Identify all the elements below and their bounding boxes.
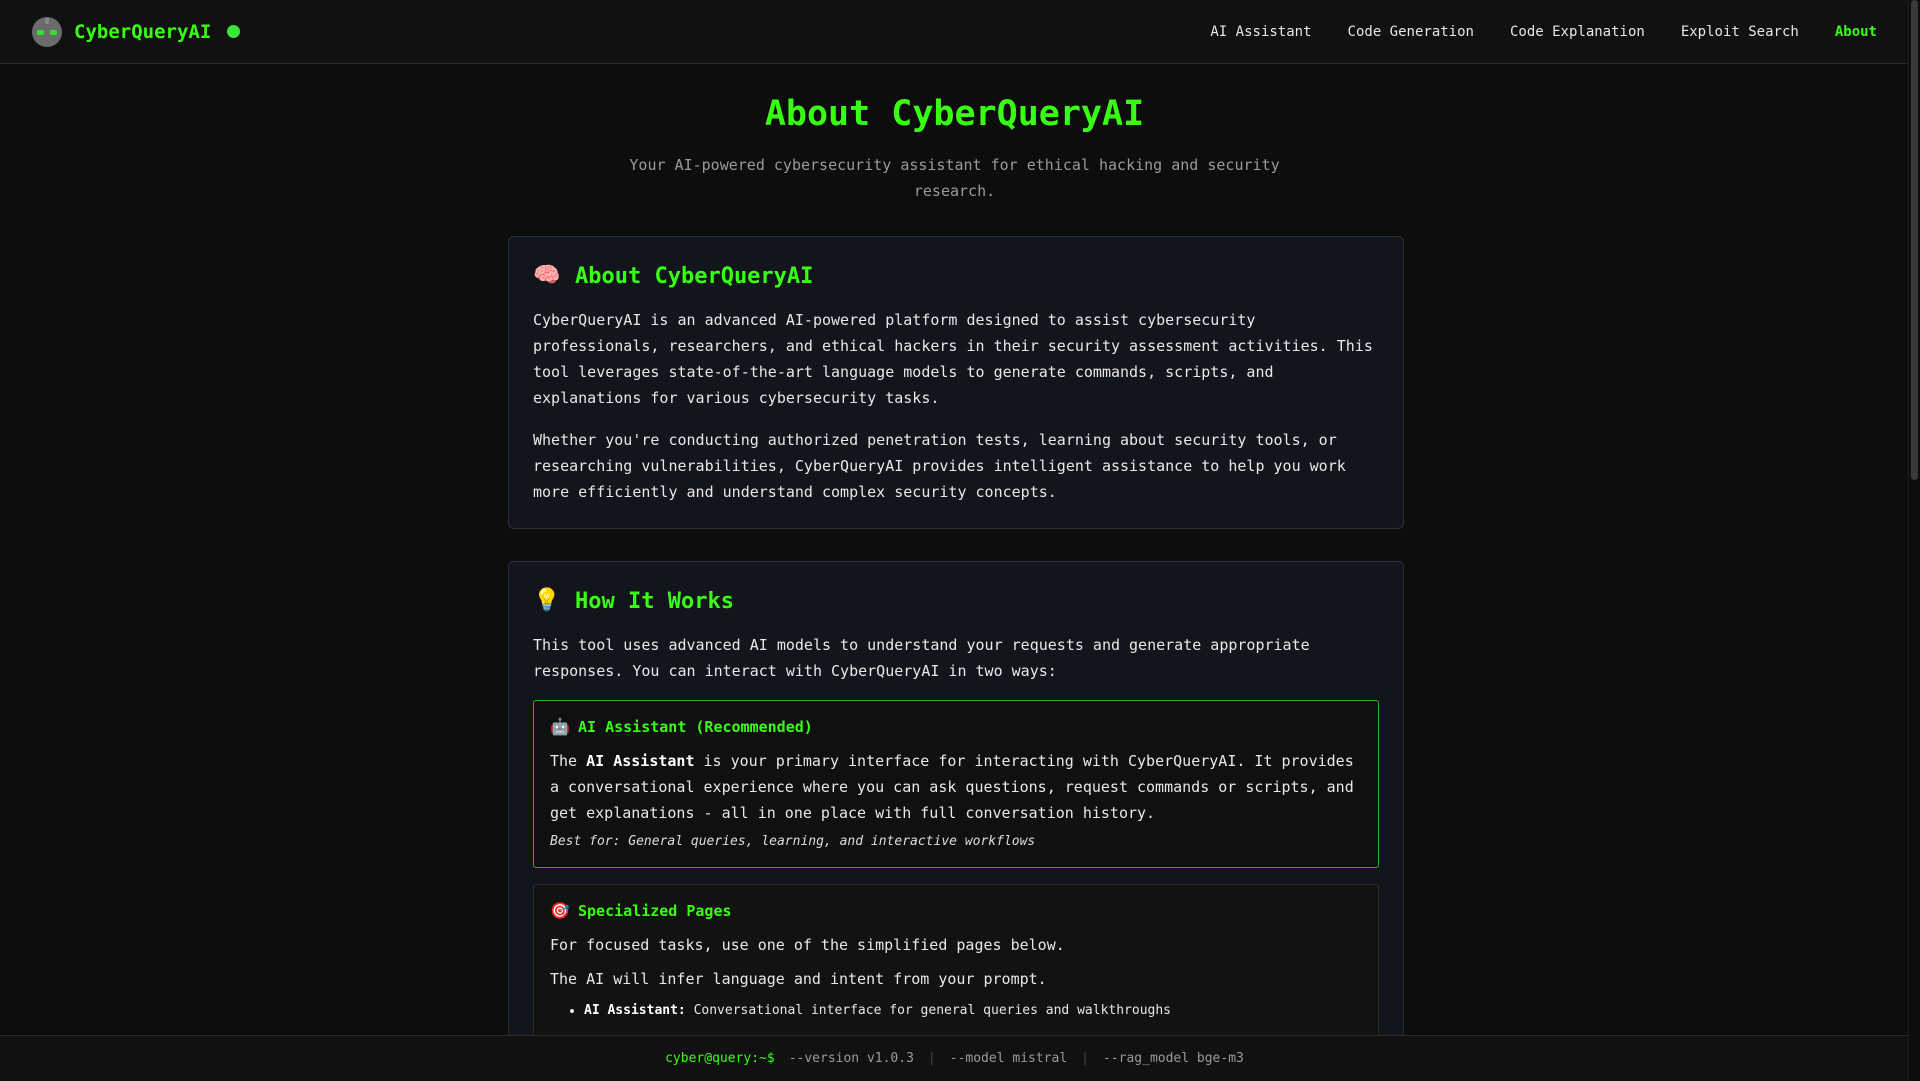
nav-link-code-generation[interactable]: Code Generation bbox=[1348, 24, 1474, 40]
scrollbar-thumb[interactable] bbox=[1911, 0, 1918, 480]
about-card-title: About CyberQueryAI bbox=[575, 263, 814, 289]
vertical-scrollbar[interactable] bbox=[1908, 0, 1920, 1080]
robot-logo-icon bbox=[32, 16, 62, 47]
ai-assistant-box-title: AI Assistant (Recommended) bbox=[578, 717, 813, 736]
ai-assistant-text-bold: AI Assistant bbox=[586, 752, 695, 770]
ai-assistant-box: 🤖 AI Assistant (Recommended) The AI Assi… bbox=[533, 700, 1379, 868]
ai-assistant-description: The AI Assistant is your primary interfa… bbox=[550, 748, 1362, 826]
about-card: 🧠 About CyberQueryAI CyberQueryAI is an … bbox=[508, 236, 1404, 529]
footer-model: --model mistral bbox=[949, 1051, 1068, 1066]
footer-separator: | bbox=[1081, 1051, 1089, 1066]
nav-links: AI Assistant Code Generation Code Explan… bbox=[1210, 24, 1877, 40]
ai-assistant-text-prefix: The bbox=[550, 752, 587, 770]
nav-link-exploit-search[interactable]: Exploit Search bbox=[1681, 24, 1799, 40]
about-paragraph-2: Whether you're conducting authorized pen… bbox=[533, 431, 1346, 501]
footer-separator: | bbox=[927, 1051, 936, 1066]
page-title: About CyberQueryAI bbox=[764, 94, 1145, 134]
footer-prompt: cyber@query:~$ bbox=[665, 1051, 775, 1066]
brand-name[interactable]: CyberQueryAI bbox=[74, 21, 211, 43]
nav-link-code-explanation[interactable]: Code Explanation bbox=[1510, 24, 1645, 40]
specialized-pages-box: 🎯 Specialized Pages For focused tasks, u… bbox=[533, 884, 1379, 1041]
best-for-note: Best for: General queries, learning, and… bbox=[550, 834, 1036, 849]
lightbulb-icon: 💡 bbox=[533, 588, 561, 613]
about-paragraph-1: CyberQueryAI is an advanced AI-powered p… bbox=[533, 311, 1373, 407]
how-it-works-intro: This tool uses advanced AI models to und… bbox=[533, 636, 1310, 680]
specialized-line-2: The AI will infer language and intent fr… bbox=[550, 970, 1047, 988]
nav-link-about[interactable]: About bbox=[1835, 24, 1877, 40]
specialized-line-1: For focused tasks, use one of the simpli… bbox=[550, 936, 1065, 954]
footer-rag-model: --rag_model bge-m3 bbox=[1102, 1051, 1244, 1066]
list-item-text: Conversational interface for general que… bbox=[685, 1003, 1172, 1018]
brain-icon: 🧠 bbox=[533, 263, 561, 288]
nav-link-ai-assistant[interactable]: AI Assistant bbox=[1210, 24, 1311, 40]
list-item: AI Assistant: Conversational interface f… bbox=[584, 1000, 1362, 1022]
footer-status-bar: cyber@query:~$ --version v1.0.3 | --mode… bbox=[0, 1035, 1909, 1081]
target-icon: 🎯 bbox=[550, 901, 570, 920]
how-it-works-title: How It Works bbox=[575, 588, 734, 614]
brand[interactable]: CyberQueryAI bbox=[32, 16, 241, 47]
how-it-works-card: 💡 How It Works This tool uses advanced A… bbox=[508, 561, 1404, 1081]
main-content: About CyberQueryAI Your AI-powered cyber… bbox=[0, 64, 1909, 1081]
status-indicator bbox=[227, 25, 241, 38]
top-navbar: CyberQueryAI AI Assistant Code Generatio… bbox=[0, 0, 1909, 64]
page-subtitle: Your AI-powered cybersecurity assistant … bbox=[629, 156, 1280, 200]
footer-version: --version v1.0.3 bbox=[788, 1051, 914, 1066]
robot-icon: 🤖 bbox=[550, 717, 570, 736]
specialized-pages-list: AI Assistant: Conversational interface f… bbox=[550, 1000, 1362, 1022]
list-item-bold: AI Assistant: bbox=[584, 1003, 686, 1018]
specialized-pages-title: Specialized Pages bbox=[578, 901, 732, 920]
